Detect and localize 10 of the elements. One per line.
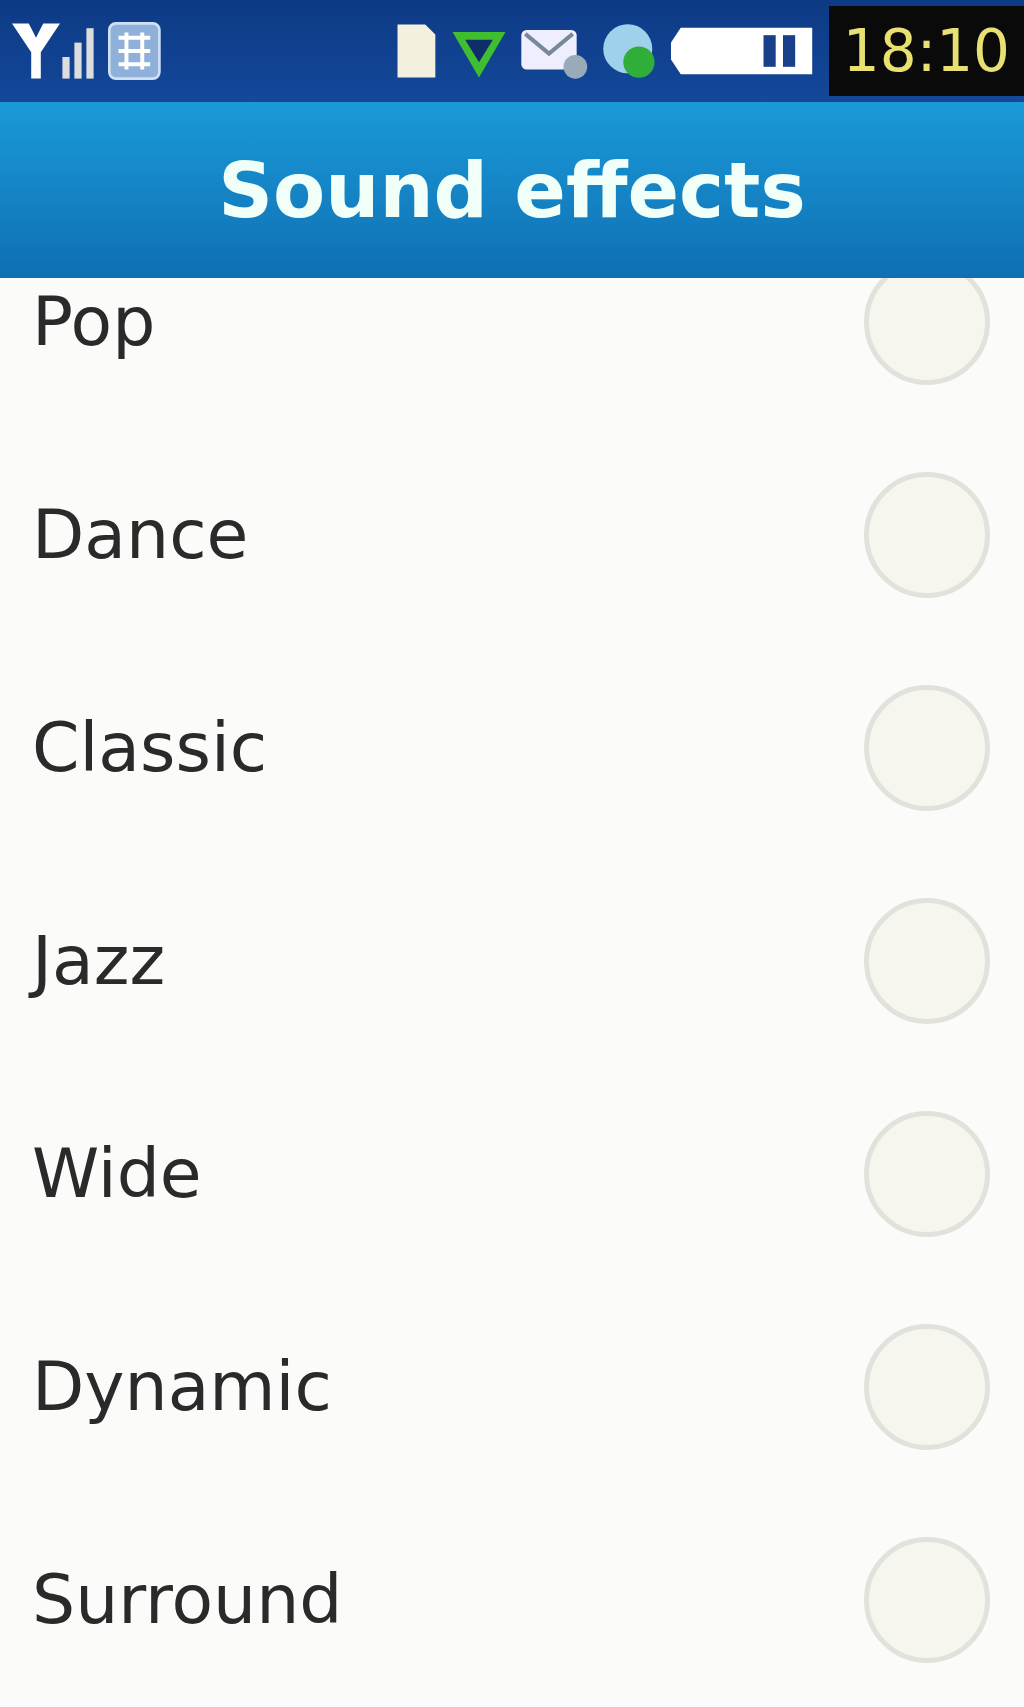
option-label: Dynamic [32, 1347, 332, 1426]
option-label: Dance [32, 495, 249, 574]
option-label: Pop [32, 282, 156, 361]
clock-time: 18:10 [828, 6, 1024, 96]
signal-icon [12, 21, 96, 81]
option-label: Wide [32, 1134, 202, 1213]
option-label: Classic [32, 708, 268, 787]
option-label: Surround [32, 1560, 343, 1639]
grid-icon [108, 22, 161, 80]
screen-title: Sound effects [218, 145, 806, 235]
